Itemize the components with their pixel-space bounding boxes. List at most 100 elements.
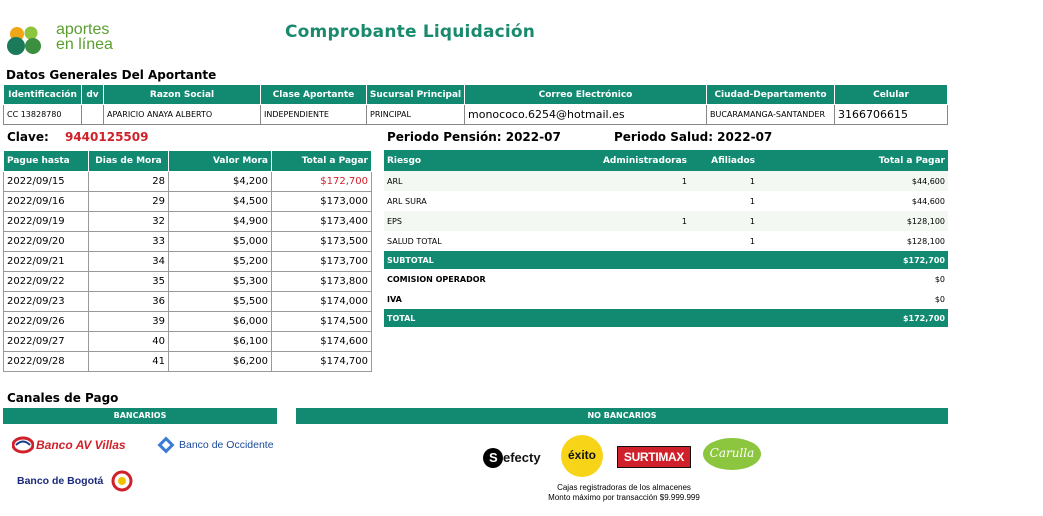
pague-hasta: 2022/09/21 — [3, 251, 89, 272]
valor-mora: $6,200 — [168, 351, 272, 372]
valor-mora: $5,300 — [168, 271, 272, 292]
riesgo-row: ARL SURA 1 $44,600 — [384, 191, 948, 211]
riesgo-name: SALUD TOTAL — [387, 236, 442, 246]
administradoras — [564, 191, 690, 211]
col-pague-hasta: Pague hasta — [3, 150, 89, 172]
col-dias-mora: Dias de Mora — [88, 150, 169, 172]
valor-mora: $4,500 — [168, 191, 272, 212]
valor-mora: $5,000 — [168, 231, 272, 252]
total-value: $172,700 — [758, 309, 948, 327]
sucursal-value: PRINCIPAL — [366, 104, 465, 125]
subtotal-row: SUBTOTAL $172,700 — [384, 251, 948, 269]
total-label: TOTAL — [384, 309, 758, 327]
banco-de-bogota-logo[interactable]: Banco de Bogotá — [17, 470, 137, 494]
clave-field: Clave: 9440125509 — [7, 130, 148, 144]
riesgo-name: ARL — [384, 171, 564, 191]
comision-label: COMISION OPERADOR — [387, 274, 486, 284]
clase-aportante-value: INDEPENDIENTE — [260, 104, 367, 125]
col-administradoras: Administradoras — [564, 150, 690, 171]
col-identificacion: Identificación — [3, 84, 82, 105]
general-value-row: CC 13828780 APARICIO ANAYA ALBERTO INDEP… — [3, 104, 948, 125]
subtotal-label: SUBTOTAL — [384, 251, 758, 269]
col-riesgo-total: Total a Pagar — [758, 150, 948, 171]
pague-hasta: 2022/09/23 — [3, 291, 89, 312]
col-razon-social: Razon Social — [103, 84, 261, 105]
mora-row: 2022/09/20 33 $5,000 $173,500 — [3, 231, 372, 252]
total-pagar: $173,000 — [271, 191, 372, 212]
afiliados: 1 — [690, 171, 758, 191]
mora-header-row: Pague hasta Dias de Mora Valor Mora Tota… — [3, 150, 372, 172]
total-pagar: $174,000 — [271, 291, 372, 312]
exito-label: éxito — [567, 448, 596, 462]
no-bancarios-bar: NO BANCARIOS — [296, 408, 948, 424]
pague-hasta: 2022/09/16 — [3, 191, 89, 212]
total-pagar: $172,700 — [271, 171, 372, 192]
administradoras: 1 — [564, 211, 690, 231]
valor-mora: $5,200 — [168, 251, 272, 272]
riesgo-total: $44,600 — [758, 171, 948, 191]
valor-mora: $4,900 — [168, 211, 272, 232]
carulla-logo[interactable]: Carulla — [703, 438, 761, 470]
dias-mora: 35 — [88, 271, 169, 292]
mora-row: 2022/09/15 28 $4,200 $172,700 — [3, 171, 372, 192]
dias-mora: 41 — [88, 351, 169, 372]
pague-hasta: 2022/09/28 — [3, 351, 89, 372]
total-row: TOTAL $172,700 — [384, 309, 948, 327]
col-valor-mora: Valor Mora — [168, 150, 272, 172]
riesgo-row: EPS 1 1 $128,100 — [384, 211, 948, 231]
total-pagar: $173,500 — [271, 231, 372, 252]
subtotal-value: $172,700 — [758, 251, 948, 269]
clave-value: 9440125509 — [64, 130, 149, 144]
general-section-title: Datos Generales Del Aportante — [6, 68, 217, 82]
dias-mora: 39 — [88, 311, 169, 332]
valor-mora: $6,000 — [168, 311, 272, 332]
dias-mora: 34 — [88, 251, 169, 272]
periodo-salud: Periodo Salud: 2022-07 — [614, 130, 773, 144]
page-title: Comprobante Liquidación — [285, 22, 536, 42]
total-pagar: $174,500 — [271, 311, 372, 332]
logo-wordmark: aportes en línea — [56, 21, 113, 53]
general-data-table: Identificación dv Razon Social Clase Apo… — [3, 84, 948, 125]
banco-de-occidente-logo[interactable]: Banco de Occidente — [156, 434, 278, 456]
col-correo: Correo Electrónico — [464, 84, 707, 105]
exito-logo[interactable]: éxito — [561, 435, 603, 477]
mora-row: 2022/09/26 39 $6,000 $174,500 — [3, 311, 372, 332]
mora-row: 2022/09/16 29 $4,500 $173,000 — [3, 191, 372, 212]
riesgo-header-row: Riesgo Administradoras Afiliados Total a… — [384, 150, 948, 171]
col-sucursal: Sucursal Principal — [366, 84, 465, 105]
mora-row: 2022/09/19 32 $4,900 $173,400 — [3, 211, 372, 232]
mora-row: 2022/09/21 34 $5,200 $173,700 — [3, 251, 372, 272]
total-pagar: $173,700 — [271, 251, 372, 272]
riesgo-name: EPS — [384, 211, 564, 231]
col-riesgo: Riesgo — [384, 150, 564, 171]
banco-av-villas-logo[interactable]: Banco AV Villas — [12, 434, 137, 456]
pague-hasta: 2022/09/20 — [3, 231, 89, 252]
ciudad-value: BUCARAMANGA-SANTANDER — [706, 104, 835, 125]
riesgo-row: SALUD TOTAL 1 $128,100 — [384, 231, 948, 251]
dv-value — [81, 104, 104, 125]
comision-row: COMISION OPERADOR $0 — [384, 269, 948, 289]
bancarios-bar: BANCARIOS — [3, 408, 277, 424]
clave-label: Clave: — [7, 130, 49, 144]
periodo-pension: Periodo Pensión: 2022-07 — [387, 130, 561, 144]
mora-row: 2022/09/22 35 $5,300 $173,800 — [3, 271, 372, 292]
mora-row: 2022/09/28 41 $6,200 $174,700 — [3, 351, 372, 372]
pague-hasta: 2022/09/27 — [3, 331, 89, 352]
efecty-label: efecty — [503, 450, 541, 465]
riesgo-row: ARL 1 1 $44,600 — [384, 171, 948, 191]
identificacion-value: CC 13828780 — [3, 104, 82, 125]
col-clase-aportante: Clase Aportante — [260, 84, 367, 105]
banco-av-villas-label: Banco AV Villas — [36, 438, 126, 452]
surtimax-logo[interactable]: SURTIMAX — [617, 446, 691, 468]
valor-mora: $5,500 — [168, 291, 272, 312]
col-dv: dv — [81, 84, 104, 105]
total-pagar: $174,700 — [271, 351, 372, 372]
afiliados: 1 — [749, 236, 755, 246]
dias-mora: 40 — [88, 331, 169, 352]
pague-hasta: 2022/09/22 — [3, 271, 89, 292]
efecty-logo[interactable]: S efecty — [483, 447, 549, 469]
valor-mora: $4,200 — [168, 171, 272, 192]
general-header-row: Identificación dv Razon Social Clase Apo… — [3, 84, 948, 105]
total-pagar: $173,800 — [271, 271, 372, 292]
iva-label: IVA — [387, 294, 402, 304]
